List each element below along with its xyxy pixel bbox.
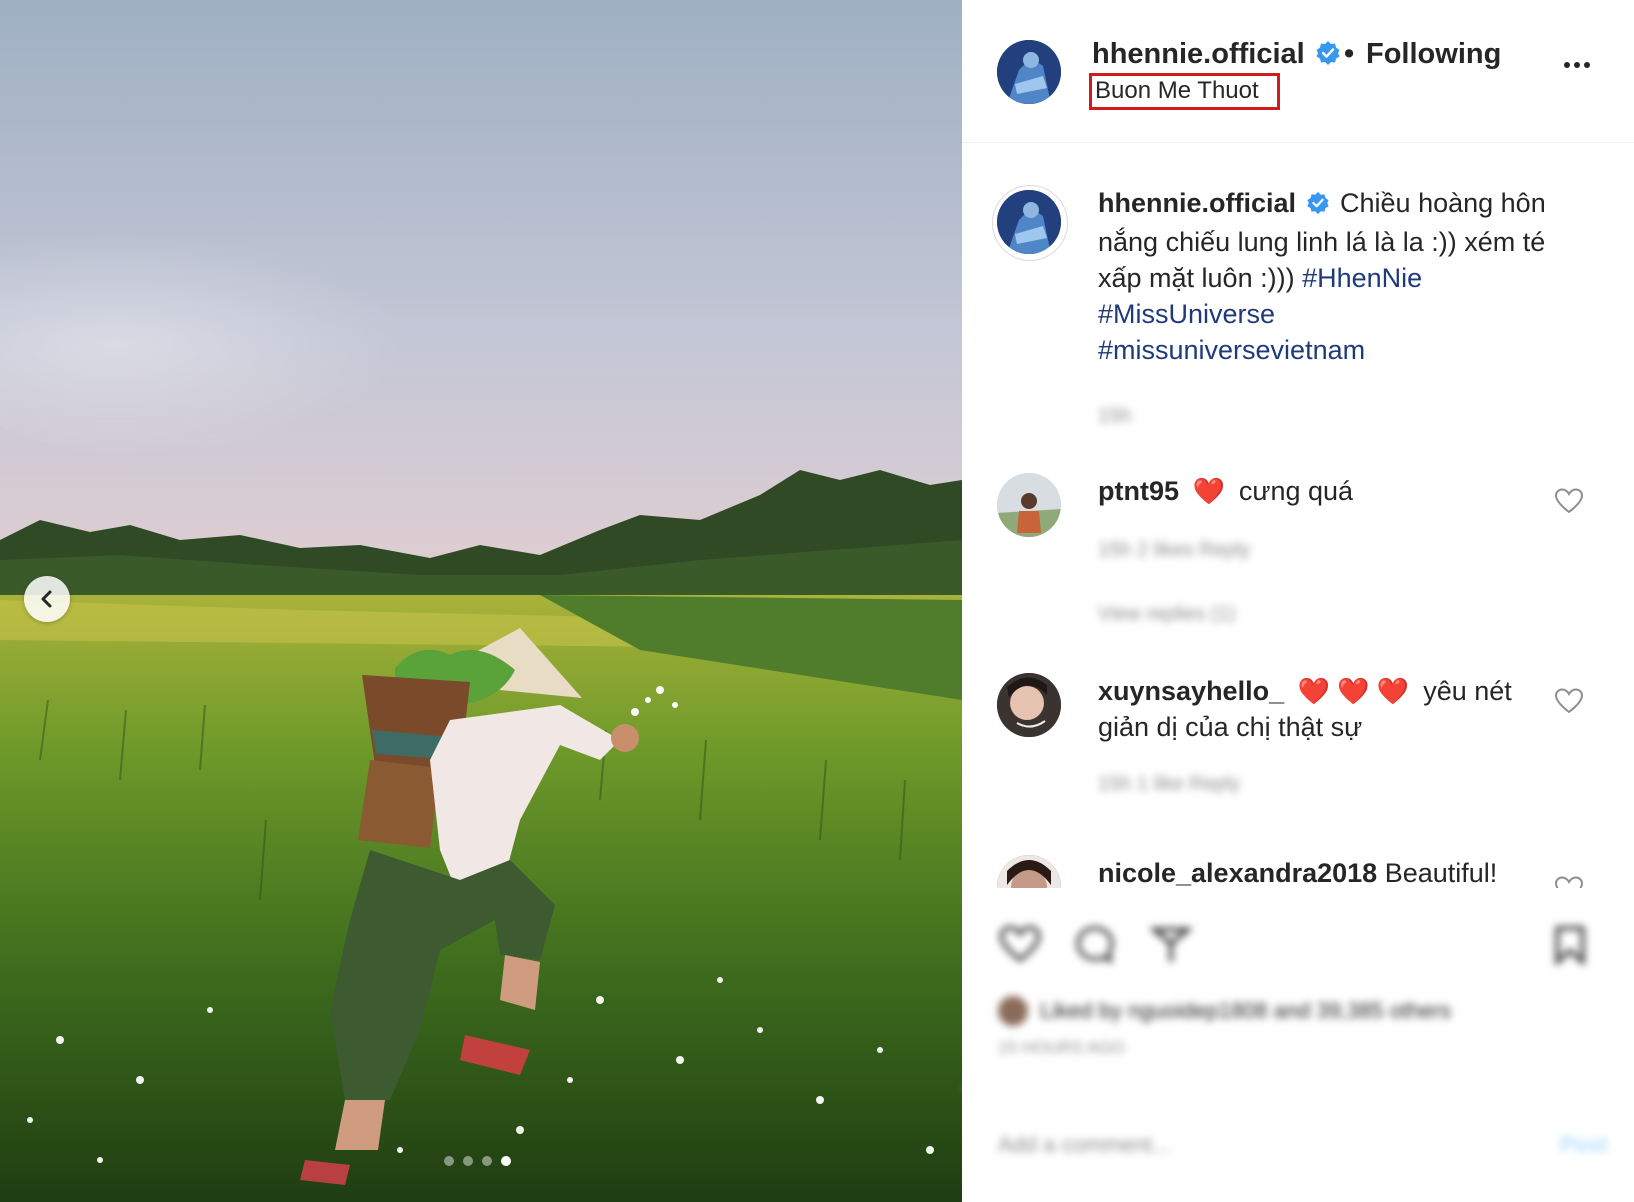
post-sidebar: hhennie.official • Following Buon Me Thu… (962, 0, 1634, 1202)
avatar-image (997, 473, 1061, 537)
bookmark-icon[interactable] (1552, 924, 1588, 966)
comment-body: Beautiful! (1384, 858, 1498, 888)
caption-time: 15h (1098, 405, 1132, 427)
comment-meta: 15h 2 likes Reply (1098, 539, 1251, 561)
heart-outline-icon[interactable] (1554, 687, 1584, 715)
carousel-dot (463, 1156, 473, 1166)
heart-emoji: ❤️ (1192, 476, 1225, 506)
avatar[interactable] (997, 855, 1061, 888)
comment-body: cưng quá (1238, 476, 1354, 506)
comment-body: giản dị của chị thật sự (1098, 712, 1363, 742)
share-icon[interactable] (1150, 924, 1192, 966)
following-button[interactable]: Following (1366, 38, 1501, 71)
verified-badge-icon (1306, 188, 1330, 224)
avatar-image (997, 190, 1061, 254)
avatar[interactable] (997, 40, 1061, 104)
comment-meta: 15h 1 like Reply (1098, 773, 1241, 795)
carousel-dot-active (501, 1156, 511, 1166)
username-link[interactable]: nicole_alexandra2018 (1098, 858, 1377, 888)
likes-summary[interactable]: Liked by nguoidep1808 and 39,385 others (1040, 998, 1451, 1024)
avatar (998, 996, 1028, 1026)
hashtag-link[interactable]: #missuniversevietnam (1098, 335, 1365, 365)
comment-text: nicole_alexandra2018 Beautiful! (1098, 855, 1497, 888)
carousel-indicator (444, 1156, 511, 1166)
avatar-image (997, 40, 1061, 104)
username-link[interactable]: ptnt95 (1098, 476, 1179, 506)
view-replies-link[interactable]: View replies (1) (1098, 603, 1235, 626)
heart-outline-icon[interactable] (1554, 487, 1584, 515)
post-header: hhennie.official • Following Buon Me Thu… (962, 0, 1634, 143)
username-link[interactable]: hhennie.official (1098, 188, 1296, 218)
chevron-left-icon (41, 590, 52, 608)
avatar[interactable] (997, 473, 1061, 537)
more-options-icon[interactable] (1564, 62, 1590, 68)
carousel-dot (482, 1156, 492, 1166)
caption-line: xấp mặt luôn :))) (1098, 263, 1303, 293)
separator-bullet: • (1344, 38, 1355, 70)
avatar[interactable] (997, 673, 1061, 737)
caption-line: nắng chiếu lung linh lá là la :)) xém té (1098, 227, 1546, 257)
heart-emoji: ❤️ ❤️ ❤️ (1297, 676, 1410, 706)
post-author[interactable]: hhennie.official (1092, 38, 1341, 74)
post-footer: Liked by nguoidep1808 and 39,385 others … (962, 888, 1634, 1202)
location-link[interactable]: Buon Me Thuot (1089, 73, 1280, 110)
avatar[interactable] (997, 190, 1061, 254)
divider (962, 1088, 1634, 1089)
post-time: 15 HOURS AGO (998, 1038, 1125, 1057)
carousel-dot (444, 1156, 454, 1166)
caption-text: hhennie.official Chiều hoàng hôn nắng chi… (1098, 185, 1618, 368)
hashtag-link[interactable]: #MissUniverse (1098, 299, 1275, 329)
comment-icon[interactable] (1074, 924, 1116, 966)
comment-text: xuynsayhello_ ❤️ ❤️ ❤️ yêu nét giản dị củ… (1098, 673, 1618, 745)
heart-outline-icon[interactable] (998, 924, 1042, 964)
post-comment-button[interactable]: Post (1560, 1132, 1608, 1158)
heart-outline-icon[interactable] (1554, 875, 1584, 888)
avatar-image (997, 855, 1061, 888)
post-photo (0, 0, 962, 1202)
hashtag-link[interactable]: #HhenNie (1302, 263, 1422, 293)
comment-body: yêu nét (1423, 676, 1512, 706)
username-link[interactable]: xuynsayhello_ (1098, 676, 1284, 706)
comment-text: ptnt95 ❤️ cưng quá (1098, 473, 1353, 509)
photo-scene (0, 0, 962, 1202)
avatar-image (997, 673, 1061, 737)
verified-badge-icon (1315, 40, 1341, 74)
comments-list[interactable]: hhennie.official Chiều hoàng hôn nắng chi… (962, 143, 1634, 888)
username-link[interactable]: hhennie.official (1092, 38, 1305, 70)
previous-image-button[interactable] (24, 576, 70, 622)
comment-input[interactable]: Add a comment... (998, 1132, 1170, 1158)
caption-line: Chiều hoàng hôn (1340, 188, 1546, 218)
